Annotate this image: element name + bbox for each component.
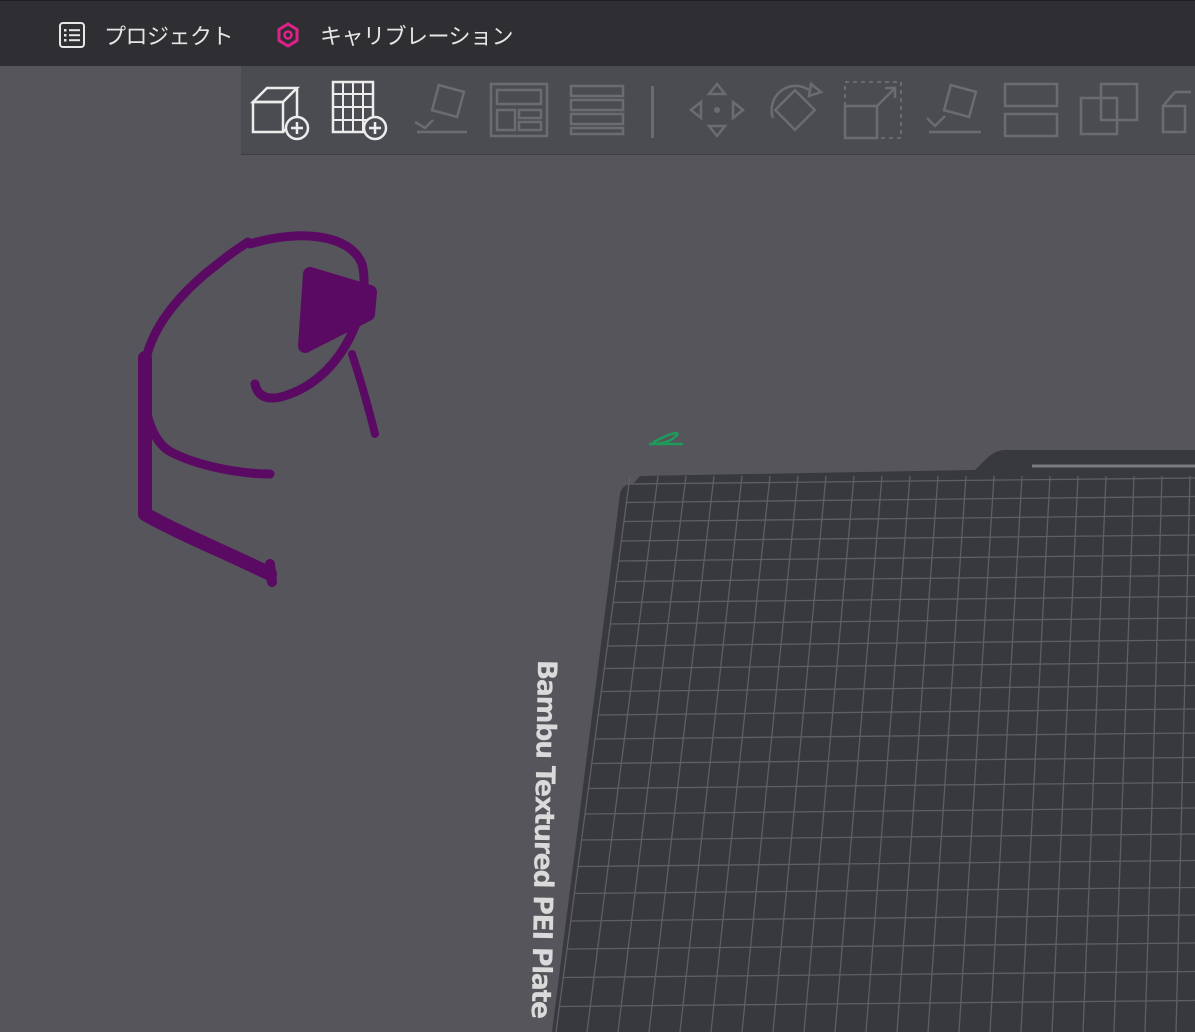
lay-on-face-icon xyxy=(926,83,981,134)
menu-calibration[interactable]: キャリブレーション xyxy=(274,19,514,51)
move-button[interactable] xyxy=(685,78,749,142)
build-plate-viewport[interactable] xyxy=(0,154,1195,1032)
split-button[interactable] xyxy=(999,78,1063,142)
layers-button[interactable] xyxy=(565,78,629,142)
annotation-drawing xyxy=(138,231,684,587)
arrange-icon xyxy=(489,82,549,138)
menu-project-label: プロジェクト xyxy=(104,25,234,50)
scale-icon xyxy=(843,81,902,140)
more-icon xyxy=(1161,90,1191,134)
main-toolbar xyxy=(241,66,1195,155)
more-button[interactable] xyxy=(1155,78,1195,142)
plate-label: Bambu Textured PEI Plate xyxy=(524,659,562,1019)
auto-orient-icon xyxy=(414,83,467,134)
add-object-icon xyxy=(249,86,310,141)
arrow-annotation-shaft xyxy=(348,350,379,438)
add-plate-button[interactable] xyxy=(325,78,389,142)
rotate-button[interactable] xyxy=(763,78,827,142)
auto-orient-button[interactable] xyxy=(407,78,471,142)
toolbar-separator xyxy=(651,86,654,138)
gear-icon xyxy=(274,21,302,49)
green-mark-annotation xyxy=(648,431,684,446)
slice-layers-icon xyxy=(569,84,625,136)
circle-annotation xyxy=(139,237,275,479)
list-icon xyxy=(58,21,86,49)
rotate-icon xyxy=(770,81,824,132)
add-plate-icon xyxy=(331,80,388,141)
circle-annotation-end xyxy=(265,559,277,587)
menu-calibration-label: キャリブレーション xyxy=(320,25,514,50)
menu-project[interactable]: プロジェクト xyxy=(58,19,234,51)
top-menu-bar: プロジェクト キャリブレーション xyxy=(0,0,1195,66)
boolean-button[interactable] xyxy=(1077,78,1141,142)
add-object-button[interactable] xyxy=(247,78,311,142)
boolean-icon xyxy=(1079,82,1139,136)
arrow-annotation-head xyxy=(298,267,377,353)
build-plate xyxy=(552,450,1195,1032)
arrange-button[interactable] xyxy=(487,78,551,142)
scale-button[interactable] xyxy=(841,78,905,142)
move-icon xyxy=(688,81,746,139)
split-icon xyxy=(1003,82,1059,138)
lay-on-face-button[interactable] xyxy=(921,78,985,142)
